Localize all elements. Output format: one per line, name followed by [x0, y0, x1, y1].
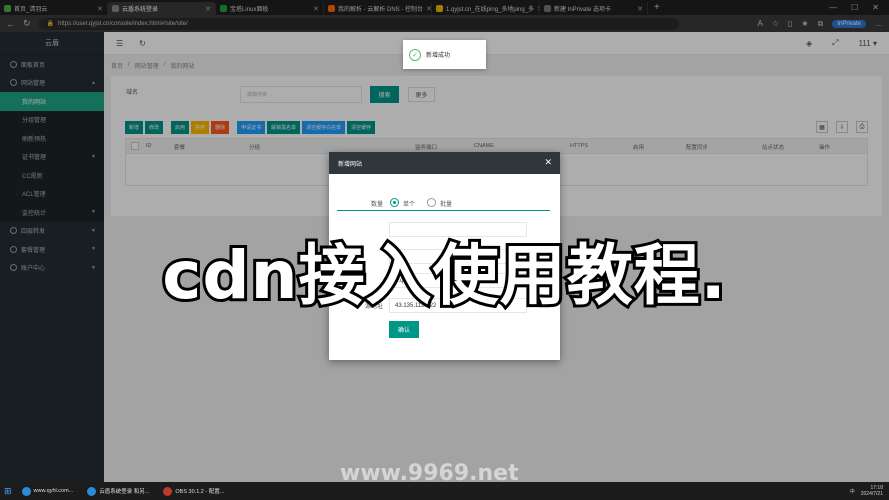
- radio-single[interactable]: [390, 198, 399, 207]
- section-divider: [337, 210, 550, 211]
- start-icon[interactable]: ⊞: [4, 486, 12, 497]
- lang-indicator[interactable]: 中: [850, 488, 855, 495]
- confirm-button[interactable]: 确认: [389, 321, 419, 338]
- app-icon: [163, 486, 173, 496]
- taskbar-app[interactable]: www.qyhl.com...: [18, 483, 78, 499]
- check-icon: ✓: [409, 48, 421, 61]
- system-tray: 中 17:18 2024/7/21: [850, 485, 889, 497]
- video-overlay-title: cdn接入使用教程.: [159, 234, 728, 317]
- modal-title: 新增网站: [329, 152, 560, 174]
- count-row: 数量 单个 批量: [329, 196, 560, 210]
- taskbar-app-label: www.qyhl.com...: [33, 488, 74, 494]
- radio-batch[interactable]: [427, 198, 436, 207]
- success-toast: ✓ 新增成功: [403, 40, 486, 69]
- taskbar-app-label: 云盾系统登录 和另...: [99, 489, 150, 495]
- count-label: 数量: [370, 202, 383, 208]
- clock[interactable]: 17:18 2024/7/21: [861, 485, 883, 497]
- app-icon: [87, 486, 97, 496]
- radio-single-label: 单个: [403, 202, 416, 208]
- taskbar: ⊞ www.qyhl.com... 云盾系统登录 和另... OBS 30.1.2 -…: [0, 482, 889, 500]
- taskbar-app-label: OBS 30.1.2 - 配置...: [175, 489, 225, 495]
- taskbar-app[interactable]: 云盾系统登录 和另...: [83, 483, 153, 499]
- taskbar-app[interactable]: OBS 30.1.2 - 配置...: [159, 483, 228, 499]
- clock-date: 2024/7/21: [860, 491, 883, 497]
- app-icon: [21, 486, 31, 496]
- toast-text: 新增成功: [426, 53, 451, 59]
- close-icon[interactable]: ✕: [544, 157, 552, 168]
- radio-batch-label: 批量: [440, 202, 453, 208]
